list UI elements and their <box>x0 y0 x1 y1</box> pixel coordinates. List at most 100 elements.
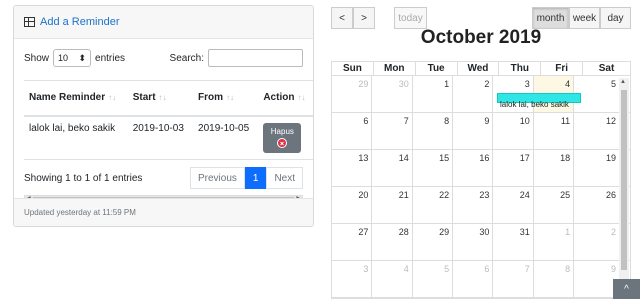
month-view-button[interactable]: month <box>532 7 569 29</box>
next-button[interactable]: Next <box>266 167 303 189</box>
cell-action: Hapus <box>258 115 313 160</box>
calendar-day[interactable]: 15 <box>413 150 454 186</box>
calendar-day[interactable]: 30 <box>372 76 413 112</box>
calendar-day[interactable]: 8 <box>413 113 454 149</box>
calendar-title: October 2019 <box>420 27 542 48</box>
page-1-button[interactable]: 1 <box>244 167 267 189</box>
calendar-day[interactable]: 10 <box>493 113 534 149</box>
card-footer: Updated yesterday at 11:59 PM <box>14 198 313 226</box>
weekday-header: Sun Mon Tue Wed Thu Fri Sat <box>332 62 630 76</box>
page: Add a Reminder Show 10 ⬍ entries Search: <box>0 0 640 299</box>
sort-icon: ↑↓ <box>108 93 117 103</box>
entries-label: entries <box>95 52 126 64</box>
column-label: From <box>198 92 224 104</box>
calendar-week: 27 28 29 30 31 1 2 <box>332 224 630 261</box>
calendar-day[interactable]: 17 <box>493 150 534 186</box>
calendar-day[interactable]: 5 <box>413 261 454 297</box>
column-header[interactable]: From ↑↓ <box>193 80 259 117</box>
chevron-up-icon: ^ <box>624 283 629 295</box>
column-header[interactable]: Action ↑↓ <box>258 80 313 117</box>
weekday-label: Fri <box>541 62 584 75</box>
weekday-label: Mon <box>374 62 416 75</box>
calendar-day[interactable]: 18 <box>534 150 575 186</box>
calendar-day[interactable]: 6 <box>332 113 373 149</box>
cell-start: 2019-10-03 <box>127 115 194 160</box>
add-reminder-link[interactable]: Add a Reminder <box>40 16 120 28</box>
calendar-day[interactable]: 9 <box>453 113 494 149</box>
table-icon <box>24 17 35 27</box>
reminder-table: Name Reminder ↑↓ Start ↑↓ From ↑↓ Action ↑↓ … <box>24 80 313 160</box>
delete-button[interactable]: Hapus <box>263 122 302 153</box>
table-footer: Showing 1 to 1 of 1 entries Previous 1 N… <box>24 167 303 189</box>
calendar-week: 13 14 15 16 17 18 19 <box>332 150 630 187</box>
prev-month-button[interactable]: < <box>331 7 353 29</box>
calendar-day[interactable]: 8 <box>534 261 575 297</box>
calendar-day[interactable]: 3 <box>332 261 373 297</box>
calendar-day[interactable]: 29 <box>413 224 454 260</box>
calendar-event[interactable]: lalok lai, beko sakik <box>497 93 581 109</box>
calendar-day[interactable]: 2 <box>453 76 494 112</box>
week-view-button[interactable]: week <box>569 7 600 29</box>
calendar-day[interactable]: 30 <box>453 224 494 260</box>
column-label: Name Reminder <box>29 92 106 104</box>
calendar-day[interactable]: 25 <box>534 187 575 223</box>
calendar-weeks: 29 30 1 2 3 4 5 6 7 8 9 10 11 12 13 14 15 16 17 18 19 20 21 22 2… <box>332 76 630 298</box>
today-button[interactable]: today <box>394 7 427 29</box>
table-controls: Show 10 ⬍ entries Search: <box>24 48 303 68</box>
close-icon <box>277 138 288 148</box>
calendar-day[interactable]: 16 <box>453 150 494 186</box>
next-month-button[interactable]: > <box>353 7 375 29</box>
column-header[interactable]: Name Reminder ↑↓ <box>24 80 128 117</box>
day-view-button[interactable]: day <box>600 7 631 29</box>
calendar-day[interactable]: 14 <box>372 150 413 186</box>
scroll-up-icon[interactable]: ▲ <box>620 79 626 85</box>
weekday-label: Sat <box>598 63 615 74</box>
search-input[interactable] <box>208 49 303 67</box>
calendar-day[interactable]: 7 <box>372 113 413 149</box>
calendar-day[interactable]: 28 <box>372 224 413 260</box>
vertical-scrollbar[interactable]: ▲ ▼ <box>619 78 629 298</box>
scroll-to-top-button[interactable]: ^ <box>613 279 640 299</box>
card-body: Show 10 ⬍ entries Search: Name Reminder ↑… <box>14 39 313 204</box>
previous-button[interactable]: Previous <box>189 167 245 189</box>
calendar-day[interactable]: 21 <box>372 187 413 223</box>
entries-select[interactable]: 10 ⬍ <box>53 49 92 67</box>
calendar-day[interactable]: 24 <box>493 187 534 223</box>
calendar-day[interactable]: 31 <box>493 224 534 260</box>
calendar-day[interactable]: 1 <box>413 76 454 112</box>
calendar-day[interactable]: 22 <box>413 187 454 223</box>
table-row: lalok lai, beko sakik 2019-10-03 2019-10… <box>24 115 313 160</box>
calendar-day[interactable]: 29 <box>332 76 373 112</box>
calendar-week: 6 7 8 9 10 11 12 <box>332 113 630 150</box>
event-title: lalok lai, beko sakik <box>500 100 569 109</box>
sort-icon: ↑↓ <box>158 93 167 103</box>
calendar-day[interactable]: 23 <box>453 187 494 223</box>
chevron-right-icon: > <box>361 12 367 24</box>
calendar-day[interactable]: 13 <box>332 150 373 186</box>
delete-label: Hapus <box>270 127 294 136</box>
search-control: Search: <box>170 49 303 67</box>
select-arrows-icon: ⬍ <box>78 52 87 63</box>
column-label: Start <box>132 92 156 104</box>
cell-from: 2019-10-05 <box>193 115 259 160</box>
table-info: Showing 1 to 1 of 1 entries <box>24 172 143 184</box>
calendar-day[interactable]: 27 <box>332 224 373 260</box>
weekday-label: Thu <box>499 62 542 75</box>
calendar-day[interactable]: 11 <box>534 113 575 149</box>
column-label: Action <box>263 92 295 104</box>
calendar-day[interactable]: 20 <box>332 187 373 223</box>
weekday-label: Sun <box>332 62 374 75</box>
calendar-day[interactable]: 6 <box>453 261 494 297</box>
calendar-grid: Sun Mon Tue Wed Thu Fri Sat 29 30 1 2 3 4 5 6 7 8… <box>331 61 631 299</box>
calendar-day[interactable]: 1 <box>534 224 575 260</box>
search-label: Search: <box>169 52 204 64</box>
sort-icon: ↑↓ <box>226 93 235 103</box>
calendar-week: 20 21 22 23 24 25 26 <box>332 187 630 224</box>
scrollbar-thumb[interactable] <box>621 90 627 270</box>
length-control: Show 10 ⬍ entries <box>24 49 125 67</box>
sort-icon: ↑↓ <box>297 93 306 103</box>
calendar-day[interactable]: 4 <box>372 261 413 297</box>
column-header[interactable]: Start ↑↓ <box>127 80 194 117</box>
card-header[interactable]: Add a Reminder <box>14 6 313 39</box>
calendar-day[interactable]: 7 <box>493 261 534 297</box>
